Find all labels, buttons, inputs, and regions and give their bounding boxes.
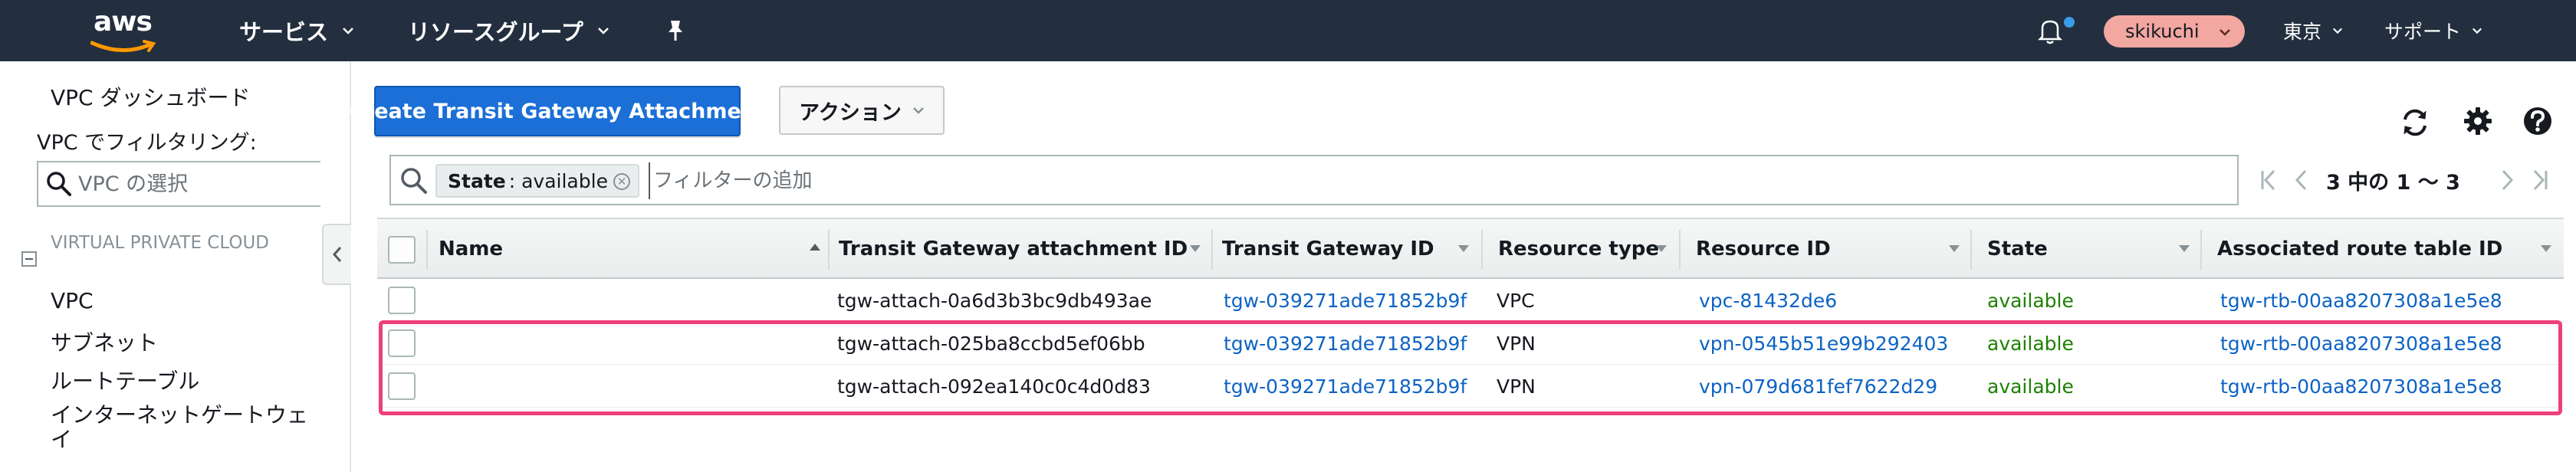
table-row[interactable]: tgw-attach-0a6d3b3bc9db493ae tgw-039271a… [377, 279, 2564, 322]
bell-icon[interactable] [2035, 15, 2065, 46]
aws-smile-icon [90, 40, 156, 53]
support-label: サポート [2384, 21, 2462, 43]
column-header-resource-id[interactable]: Resource ID [1696, 219, 1831, 279]
cell-tgw-id-link[interactable]: tgw-039271ade71852b9f [1224, 279, 1467, 322]
chevron-down-icon [2472, 28, 2482, 34]
cell-route-table-link[interactable]: tgw-rtb-00aa8207308a1e5e8 [2220, 322, 2502, 365]
cell-resource-type: VPC [1497, 289, 1535, 312]
pagination: 3 中の 1 ～ 3 [2259, 155, 2565, 205]
search-icon [47, 172, 71, 196]
user-menu[interactable]: skikuchi [2104, 15, 2245, 48]
sort-icon [1190, 245, 1201, 252]
user-name: skikuchi [2125, 21, 2200, 42]
column-header-attachment-id[interactable]: Transit Gateway attachment ID [822, 219, 1188, 279]
table-row[interactable]: tgw-attach-025ba8ccbd5ef06bb tgw-039271a… [377, 322, 2564, 365]
region-label: 東京 [2283, 21, 2322, 43]
remove-filter-icon[interactable]: ✕ [613, 173, 630, 190]
chevron-down-icon [343, 28, 353, 34]
cell-attachment-id: tgw-attach-025ba8ccbd5ef06bb [837, 332, 1145, 355]
filter-token-state[interactable]: State : available ✕ [435, 164, 639, 198]
cell-state: available [1987, 289, 2074, 312]
chevron-down-icon [2332, 28, 2343, 34]
previous-page-icon[interactable] [2292, 155, 2311, 205]
first-page-icon[interactable] [2259, 155, 2280, 205]
cell-resource-type: VPN [1497, 332, 1536, 355]
cell-resource-type: VPN [1497, 375, 1536, 398]
cell-route-table-link[interactable]: tgw-rtb-00aa8207308a1e5e8 [2220, 365, 2502, 408]
column-header-route-table[interactable]: Associated route table ID [2217, 219, 2502, 279]
cell-resource-id-link[interactable]: vpn-0545b51e99b292403 [1699, 322, 1948, 365]
cell-resource-id-link[interactable]: vpn-079d681fef7622d29 [1699, 365, 1937, 408]
help-icon[interactable] [2521, 104, 2555, 138]
sort-icon [1949, 245, 1960, 252]
filter-bar: State : available ✕ [389, 155, 2239, 205]
top-navigation: aws サービス リソースグループ skikuchi 東京 サポート [0, 0, 2576, 61]
sidebar-item-subnets[interactable]: サブネット [51, 326, 158, 357]
column-header-tgw-id[interactable]: Transit Gateway ID [1207, 219, 1434, 279]
sort-ascending-icon [810, 244, 820, 251]
sort-icon [1458, 245, 1469, 252]
row-checkbox[interactable] [388, 372, 416, 400]
services-menu[interactable]: サービス [239, 0, 354, 61]
support-menu[interactable]: サポート [2384, 0, 2482, 61]
notification-dot [2064, 17, 2075, 28]
create-attachment-button[interactable]: Create Transit Gateway Attachment [349, 86, 766, 136]
actions-label: アクション [799, 100, 902, 125]
pagination-count: 3 中の 1 ～ 3 [2326, 170, 2460, 195]
cell-tgw-id-link[interactable]: tgw-039271ade71852b9f [1224, 365, 1467, 408]
section-title: VIRTUAL PRIVATE CLOUD [51, 233, 270, 253]
vpc-filter-select[interactable] [37, 161, 320, 207]
sidebar-item-vpc[interactable]: VPC [51, 288, 94, 313]
table-header: Name Transit Gateway attachment ID Trans… [377, 218, 2564, 279]
caret-down-icon [912, 107, 924, 114]
cell-state: available [1987, 375, 2074, 398]
column-header-state[interactable]: State [1987, 219, 2048, 279]
row-checkbox[interactable] [388, 329, 416, 357]
sidebar-item-route-tables[interactable]: ルートテーブル [51, 365, 199, 395]
cell-attachment-id: tgw-attach-0a6d3b3bc9db493ae [837, 289, 1152, 312]
region-menu[interactable]: 東京 [2283, 0, 2343, 61]
attachments-table: Name Transit Gateway attachment ID Trans… [377, 218, 2564, 408]
select-all-checkbox[interactable] [388, 236, 416, 264]
sort-icon [1656, 245, 1667, 252]
aws-logo[interactable]: aws [86, 5, 163, 55]
next-page-icon[interactable] [2498, 155, 2516, 205]
vpc-filter-label: VPC でフィルタリング: [37, 131, 257, 155]
main-content: Create Transit Gateway Attachment アクション [349, 61, 2576, 472]
sidebar: VPC ダッシュボード VPC でフィルタリング: VIRTUAL PRIVAT… [0, 61, 351, 472]
resource-groups-label: リソースグループ [408, 19, 583, 45]
search-icon [401, 168, 427, 194]
cell-route-table-link[interactable]: tgw-rtb-00aa8207308a1e5e8 [2220, 279, 2502, 322]
services-label: サービス [239, 19, 329, 45]
cell-tgw-id-link[interactable]: tgw-039271ade71852b9f [1224, 322, 1467, 365]
column-header-resource-type[interactable]: Resource type [1498, 219, 1659, 279]
sort-icon [2541, 245, 2551, 252]
filter-token-value: : available [508, 169, 608, 192]
row-checkbox[interactable] [388, 287, 416, 314]
cell-resource-id-link[interactable]: vpc-81432de6 [1699, 279, 1837, 322]
actions-button[interactable]: アクション [779, 86, 945, 135]
chevron-down-icon [2220, 29, 2230, 36]
table-row[interactable]: tgw-attach-092ea140c0c4d0d83 tgw-039271a… [377, 365, 2564, 408]
section-collapse-toggle[interactable] [21, 251, 37, 267]
gear-icon[interactable] [2461, 104, 2495, 138]
cell-attachment-id: tgw-attach-092ea140c0c4d0d83 [837, 375, 1151, 398]
pin-icon[interactable] [664, 18, 687, 43]
cell-state: available [1987, 332, 2074, 355]
chevron-down-icon [597, 28, 609, 34]
resource-groups-menu[interactable]: リソースグループ [408, 0, 610, 61]
vpc-filter-input[interactable] [78, 172, 308, 196]
column-header-name[interactable]: Name [439, 219, 503, 279]
filter-token-key: State [448, 169, 506, 192]
refresh-icon[interactable] [2398, 106, 2432, 139]
aws-logo-text: aws [94, 6, 153, 38]
sidebar-item-internet-gateways[interactable]: インターネットゲートウェイ [51, 403, 319, 452]
sort-icon [2179, 245, 2190, 252]
filter-input[interactable] [649, 162, 2105, 199]
chevron-left-icon [332, 247, 342, 262]
sidebar-collapse-button[interactable] [322, 224, 351, 285]
sidebar-item-dashboard[interactable]: VPC ダッシュボード [51, 81, 251, 112]
last-page-icon[interactable] [2528, 155, 2550, 205]
